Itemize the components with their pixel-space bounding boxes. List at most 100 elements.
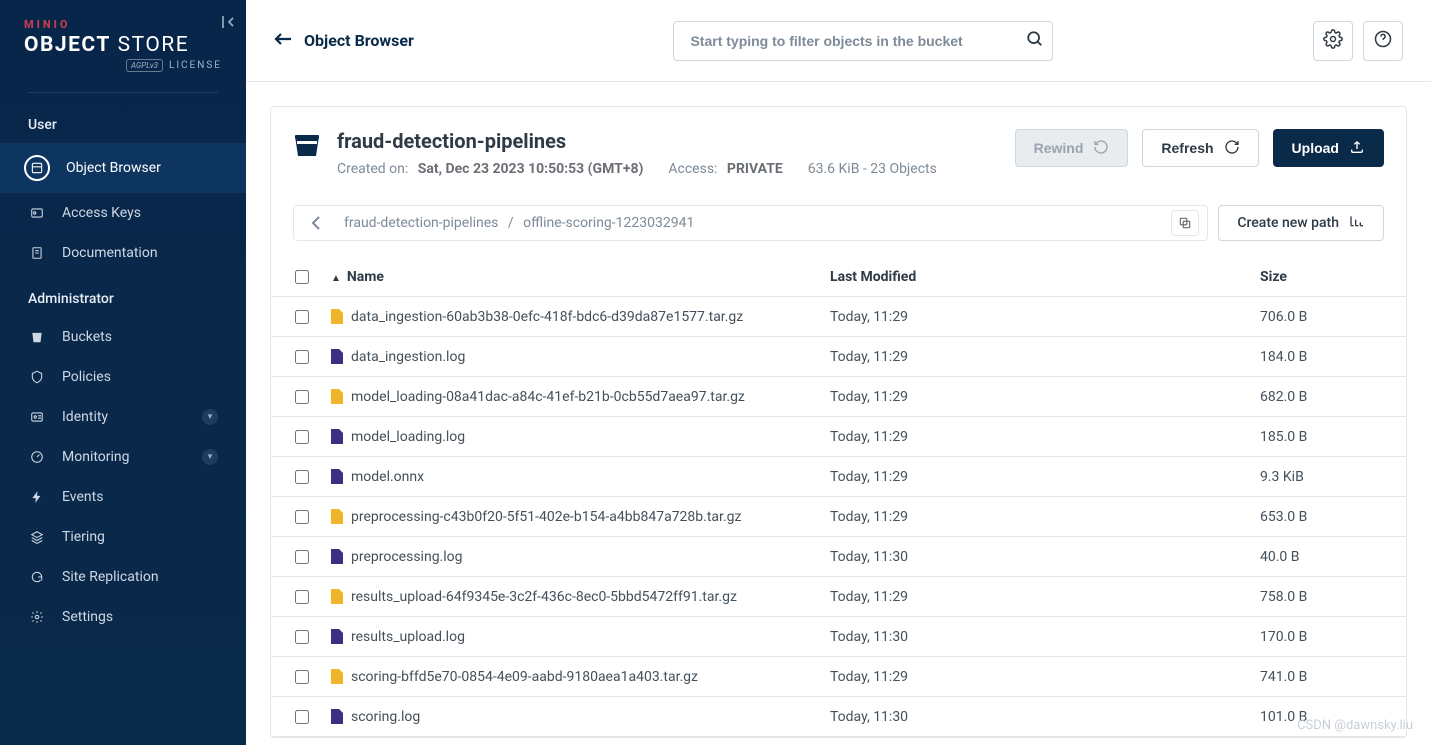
object-table: ▲Name Last Modified Size data_ingestion-… <box>271 257 1406 737</box>
key-icon <box>28 206 46 220</box>
table-row[interactable]: data_ingestion.log Today, 11:29184.0 B <box>271 337 1406 377</box>
sidebar-item-policies[interactable]: Policies <box>0 357 246 397</box>
sidebar-item-identity[interactable]: Identity ▾ <box>0 397 246 437</box>
object-size: 682.0 B <box>1260 389 1400 405</box>
sidebar-item-label: Identity <box>62 409 108 425</box>
logo: MINIO OBJECT STORE AGPLv3LICENSE <box>0 0 246 86</box>
breadcrumb-path[interactable]: offline-scoring-1223032941 <box>523 215 694 231</box>
table-row[interactable]: results_upload.logToday, 11:30170.0 B <box>271 617 1406 657</box>
sidebar-item-label: Events <box>62 489 103 505</box>
sidebar-item-label: Site Replication <box>62 569 159 585</box>
col-name[interactable]: ▲Name <box>331 269 830 285</box>
object-modified: Today, 11:29 <box>830 349 1260 365</box>
table-header: ▲Name Last Modified Size <box>271 257 1406 297</box>
file-icon <box>331 389 343 404</box>
row-checkbox[interactable] <box>295 670 309 684</box>
back-button[interactable]: Object Browser <box>274 31 414 50</box>
bucket-meta: Created on: Sat, Dec 23 2023 10:50:53 (G… <box>337 161 937 177</box>
sidebar-item-documentation[interactable]: Documentation <box>0 233 246 273</box>
sidebar-item-label: Monitoring <box>62 449 130 465</box>
col-modified[interactable]: Last Modified <box>830 269 1260 285</box>
sidebar-item-monitoring[interactable]: Monitoring ▾ <box>0 437 246 477</box>
file-icon <box>331 669 343 684</box>
breadcrumb-back[interactable] <box>302 215 330 231</box>
sidebar-item-events[interactable]: Events <box>0 477 246 517</box>
table-row[interactable]: scoring-bffd5e70-0854-4e09-aabd-9180aea1… <box>271 657 1406 697</box>
search-input-wrapper[interactable] <box>673 21 1053 61</box>
sidebar-item-label: Policies <box>62 369 111 385</box>
sidebar-item-access-keys[interactable]: Access Keys <box>0 193 246 233</box>
object-name: model_loading.log <box>351 429 465 445</box>
table-row[interactable]: preprocessing.logToday, 11:3040.0 B <box>271 537 1406 577</box>
help-icon <box>1373 29 1393 53</box>
sync-icon <box>28 570 46 584</box>
file-icon <box>331 429 343 444</box>
object-modified: Today, 11:29 <box>830 309 1260 325</box>
search-input[interactable] <box>688 32 1026 50</box>
gear-icon <box>1323 29 1343 53</box>
object-name: results_upload.log <box>351 629 465 645</box>
search-icon[interactable] <box>1026 30 1044 52</box>
doc-icon <box>28 246 46 260</box>
refresh-button[interactable]: Refresh <box>1142 129 1258 167</box>
gauge-icon <box>28 450 46 464</box>
arrow-left-icon <box>274 31 292 50</box>
row-checkbox[interactable] <box>295 350 309 364</box>
object-name: preprocessing.log <box>351 549 463 565</box>
sort-asc-icon: ▲ <box>331 273 341 284</box>
sidebar-item-tiering[interactable]: Tiering <box>0 517 246 557</box>
row-checkbox[interactable] <box>295 510 309 524</box>
settings-button[interactable] <box>1313 21 1353 61</box>
object-name: data_ingestion.log <box>351 349 465 365</box>
table-row[interactable]: model_loading-08a41dac-a84c-41ef-b21b-0c… <box>271 377 1406 417</box>
id-icon <box>28 410 46 424</box>
copy-path-button[interactable] <box>1171 210 1199 236</box>
table-row[interactable]: scoring.logToday, 11:30101.0 B <box>271 697 1406 737</box>
sidebar-item-site-replication[interactable]: Site Replication <box>0 557 246 597</box>
breadcrumb-root[interactable]: fraud-detection-pipelines <box>344 215 498 231</box>
row-checkbox[interactable] <box>295 550 309 564</box>
object-size: 170.0 B <box>1260 629 1400 645</box>
bucket-icon <box>293 129 321 161</box>
shield-icon <box>28 370 46 384</box>
col-size[interactable]: Size <box>1260 269 1400 285</box>
sidebar-item-buckets[interactable]: Buckets <box>0 317 246 357</box>
table-row[interactable]: model_loading.logToday, 11:29185.0 B <box>271 417 1406 457</box>
table-row[interactable]: model.onnxToday, 11:299.3 KiB <box>271 457 1406 497</box>
object-size: 184.0 B <box>1260 349 1400 365</box>
breadcrumb-row: fraud-detection-pipelines / offline-scor… <box>271 195 1406 257</box>
file-icon <box>331 469 343 484</box>
file-icon <box>331 309 343 324</box>
table-row[interactable]: data_ingestion-60ab3b38-0efc-418f-bdc6-d… <box>271 297 1406 337</box>
table-row[interactable]: preprocessing-c43b0f20-5f51-402e-b154-a4… <box>271 497 1406 537</box>
refresh-icon <box>1224 139 1240 158</box>
topbar: Object Browser <box>246 0 1431 82</box>
sidebar-item-object-browser[interactable]: Object Browser <box>0 143 246 193</box>
select-all-checkbox[interactable] <box>295 270 309 284</box>
sidebar-item-label: Buckets <box>62 329 112 345</box>
help-button[interactable] <box>1363 21 1403 61</box>
object-modified: Today, 11:29 <box>830 469 1260 485</box>
row-checkbox[interactable] <box>295 470 309 484</box>
collapse-sidebar-icon[interactable] <box>220 14 236 34</box>
chevron-down-icon: ▾ <box>202 449 218 465</box>
create-path-button[interactable]: Create new path <box>1218 205 1384 241</box>
row-checkbox[interactable] <box>295 630 309 644</box>
row-checkbox[interactable] <box>295 590 309 604</box>
table-row[interactable]: results_upload-64f9345e-3c2f-436c-8ec0-5… <box>271 577 1406 617</box>
sidebar-item-settings[interactable]: Settings <box>0 597 246 637</box>
sidebar-item-label: Documentation <box>62 245 158 261</box>
sidebar-item-label: Settings <box>62 609 113 625</box>
file-icon <box>331 549 343 564</box>
chevron-down-icon: ▾ <box>202 409 218 425</box>
rewind-icon <box>1093 139 1109 158</box>
file-icon <box>331 709 343 724</box>
upload-button[interactable]: Upload <box>1273 129 1384 167</box>
sidebar-item-label: Access Keys <box>62 205 141 221</box>
row-checkbox[interactable] <box>295 390 309 404</box>
sidebar-section-administrator: Administrator <box>0 273 246 317</box>
row-checkbox[interactable] <box>295 710 309 724</box>
row-checkbox[interactable] <box>295 310 309 324</box>
sidebar-section-user: User <box>0 99 246 143</box>
row-checkbox[interactable] <box>295 430 309 444</box>
